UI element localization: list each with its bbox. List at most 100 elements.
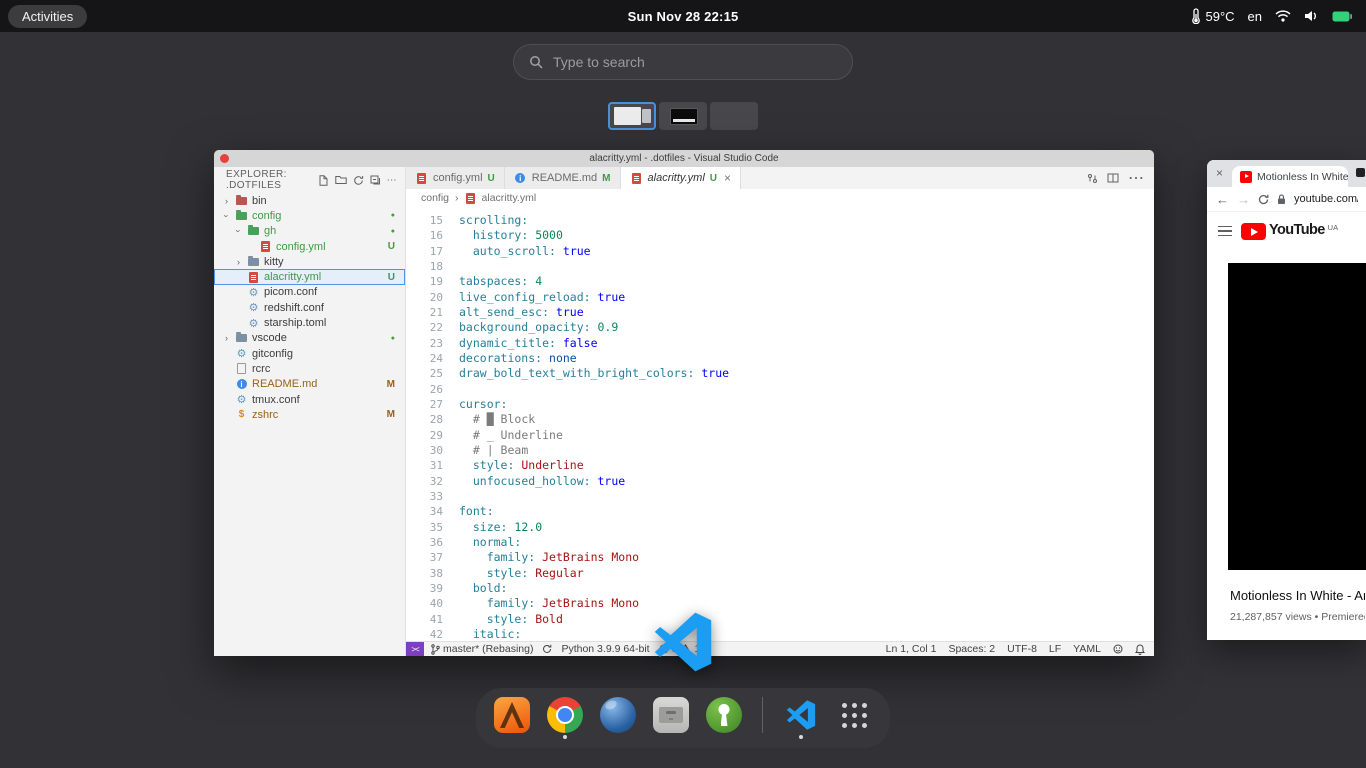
editor-tab-config.yml[interactable]: config.ymlU xyxy=(406,167,505,189)
running-indicator xyxy=(669,735,673,739)
system-tray[interactable]: 59°C en xyxy=(1191,8,1352,24)
notifications-bell-icon[interactable] xyxy=(1135,644,1145,655)
forward-icon[interactable]: → xyxy=(1237,193,1250,206)
tree-item-README.md[interactable]: iREADME.mdM xyxy=(214,377,405,392)
branch-icon xyxy=(431,644,440,655)
more-actions-icon[interactable]: ⋯ xyxy=(387,175,397,186)
more-actions-icon[interactable]: ⋯ xyxy=(1128,168,1144,188)
volume-icon[interactable] xyxy=(1304,10,1319,22)
tree-item-label: gitconfig xyxy=(252,348,293,360)
sync-icon[interactable] xyxy=(542,644,552,654)
tree-item-picom.conf[interactable]: ⚙picom.conf xyxy=(214,285,405,300)
close-button[interactable] xyxy=(220,154,229,163)
wifi-icon[interactable] xyxy=(1275,10,1291,22)
tree-item-gh[interactable]: ›gh● xyxy=(214,224,405,239)
editor-tab-alacritty.yml[interactable]: alacritty.ymlU× xyxy=(621,167,742,189)
reload-icon[interactable] xyxy=(1258,194,1269,205)
tree-item-config.yml[interactable]: config.ymlU xyxy=(214,239,405,254)
browser-tab[interactable]: Motionless In White xyxy=(1232,166,1348,187)
breadcrumb-file[interactable]: alacritty.yml xyxy=(482,192,537,204)
editor-line: 37 family: JetBrains Mono xyxy=(406,550,1154,565)
feedback-icon[interactable] xyxy=(1113,644,1123,654)
chrome-window[interactable]: × Motionless In White ← → youtube.com/wa… xyxy=(1207,160,1366,640)
python-interpreter[interactable]: Python 3.9.9 64-bit xyxy=(561,643,649,655)
video-player[interactable] xyxy=(1228,263,1366,570)
folder-shape xyxy=(236,334,247,342)
thermometer-icon xyxy=(1191,8,1201,24)
status-item[interactable]: YAML xyxy=(1073,643,1101,655)
workspace-switcher[interactable] xyxy=(608,102,758,130)
file-shape xyxy=(237,363,246,374)
open-changes-icon[interactable] xyxy=(1087,173,1098,184)
dock-app-app-grid[interactable] xyxy=(834,697,874,739)
new-folder-icon[interactable] xyxy=(335,175,347,185)
editor-line: 15scrolling: xyxy=(406,213,1154,228)
globe-app-icon xyxy=(600,697,636,733)
search-placeholder: Type to search xyxy=(553,54,645,70)
workspace-thumbnail-3[interactable] xyxy=(710,102,758,130)
editor-area[interactable]: 15scrolling:16 history: 500017 auto_scro… xyxy=(406,207,1154,641)
tree-item-vscode[interactable]: ›vscode● xyxy=(214,331,405,346)
chrome-app-icon xyxy=(547,697,583,733)
clock[interactable]: Sun Nov 28 22:15 xyxy=(628,9,739,24)
tree-item-tmux.conf[interactable]: ⚙tmux.conf xyxy=(214,392,405,407)
collapse-all-icon[interactable] xyxy=(370,175,381,186)
editor-line: 42 italic: xyxy=(406,627,1154,641)
git-branch-status[interactable]: master* (Rebasing) xyxy=(431,643,533,655)
split-editor-icon[interactable] xyxy=(1107,172,1119,184)
search-bar[interactable]: Type to search xyxy=(513,44,853,80)
status-item[interactable]: Spaces: 2 xyxy=(948,643,995,655)
tree-item-gitconfig[interactable]: ⚙gitconfig xyxy=(214,346,405,361)
grid-dot xyxy=(862,703,867,708)
tree-item-starship.toml[interactable]: ⚙starship.toml xyxy=(214,315,405,330)
close-tab-icon[interactable]: × xyxy=(724,171,731,185)
activities-button[interactable]: Activities xyxy=(8,5,87,28)
back-icon[interactable]: ← xyxy=(1216,193,1229,206)
dock-app-alacritty[interactable] xyxy=(492,697,532,739)
partial-tab-favicon[interactable] xyxy=(1356,168,1365,177)
dock-app-keepassxc[interactable] xyxy=(704,697,744,739)
dock-app-chrome[interactable] xyxy=(545,697,585,739)
running-indicator xyxy=(510,735,514,739)
vscode-window[interactable]: alacritty.yml - .dotfiles - Visual Studi… xyxy=(214,150,1154,656)
lock-icon[interactable] xyxy=(1277,194,1286,205)
tree-item-zshrc[interactable]: $zshrcM xyxy=(214,407,405,422)
menu-icon[interactable] xyxy=(1218,226,1232,237)
tree-item-alacritty.yml[interactable]: alacritty.ymlU xyxy=(214,269,405,284)
status-item[interactable]: LF xyxy=(1049,643,1061,655)
git-status-badge: M xyxy=(387,379,395,390)
video-title: Motionless In White - Anot xyxy=(1230,588,1365,603)
address-bar[interactable]: youtube.com/wa xyxy=(1294,193,1358,205)
tree-item-rcrc[interactable]: rcrc xyxy=(214,361,405,376)
workspace-thumbnail-2[interactable] xyxy=(659,102,707,130)
dock-app-files[interactable] xyxy=(651,697,691,739)
editor-tab-README.md[interactable]: iREADME.mdM xyxy=(505,167,621,189)
tree-item-bin[interactable]: ›bin xyxy=(214,193,405,208)
breadcrumb[interactable]: config › alacritty.yml xyxy=(406,189,1154,207)
status-item[interactable]: Ln 1, Col 1 xyxy=(886,643,937,655)
line-number: 31 xyxy=(406,458,443,473)
running-indicator xyxy=(722,735,726,739)
workspace-thumbnail-1[interactable] xyxy=(608,102,656,130)
editor-line: 25draw_bold_text_with_bright_colors: tru… xyxy=(406,366,1154,381)
tree-item-kitty[interactable]: ›kitty xyxy=(214,254,405,269)
vscode-app-badge-icon[interactable] xyxy=(653,612,713,672)
tree-item-redshift.conf[interactable]: ⚙redshift.conf xyxy=(214,300,405,315)
yml-shape xyxy=(417,173,426,184)
keyboard-layout-indicator[interactable]: en xyxy=(1248,9,1262,24)
line-number: 20 xyxy=(406,290,443,305)
close-icon[interactable]: × xyxy=(1216,166,1223,180)
status-item[interactable]: UTF-8 xyxy=(1007,643,1037,655)
dock-app-vscode[interactable] xyxy=(781,697,821,739)
dock-app-globe[interactable] xyxy=(598,697,638,739)
youtube-logo[interactable]: YouTube UA xyxy=(1241,222,1338,240)
remote-indicator[interactable]: >< xyxy=(406,642,424,656)
tree-item-config[interactable]: ›config● xyxy=(214,208,405,223)
breadcrumb-folder[interactable]: config xyxy=(421,192,449,204)
line-number: 25 xyxy=(406,366,443,381)
new-file-icon[interactable] xyxy=(318,175,329,186)
editor-line: 23dynamic_title: false xyxy=(406,336,1154,351)
battery-icon[interactable] xyxy=(1332,11,1352,22)
vscode-titlebar[interactable]: alacritty.yml - .dotfiles - Visual Studi… xyxy=(214,150,1154,167)
refresh-icon[interactable] xyxy=(353,175,364,186)
